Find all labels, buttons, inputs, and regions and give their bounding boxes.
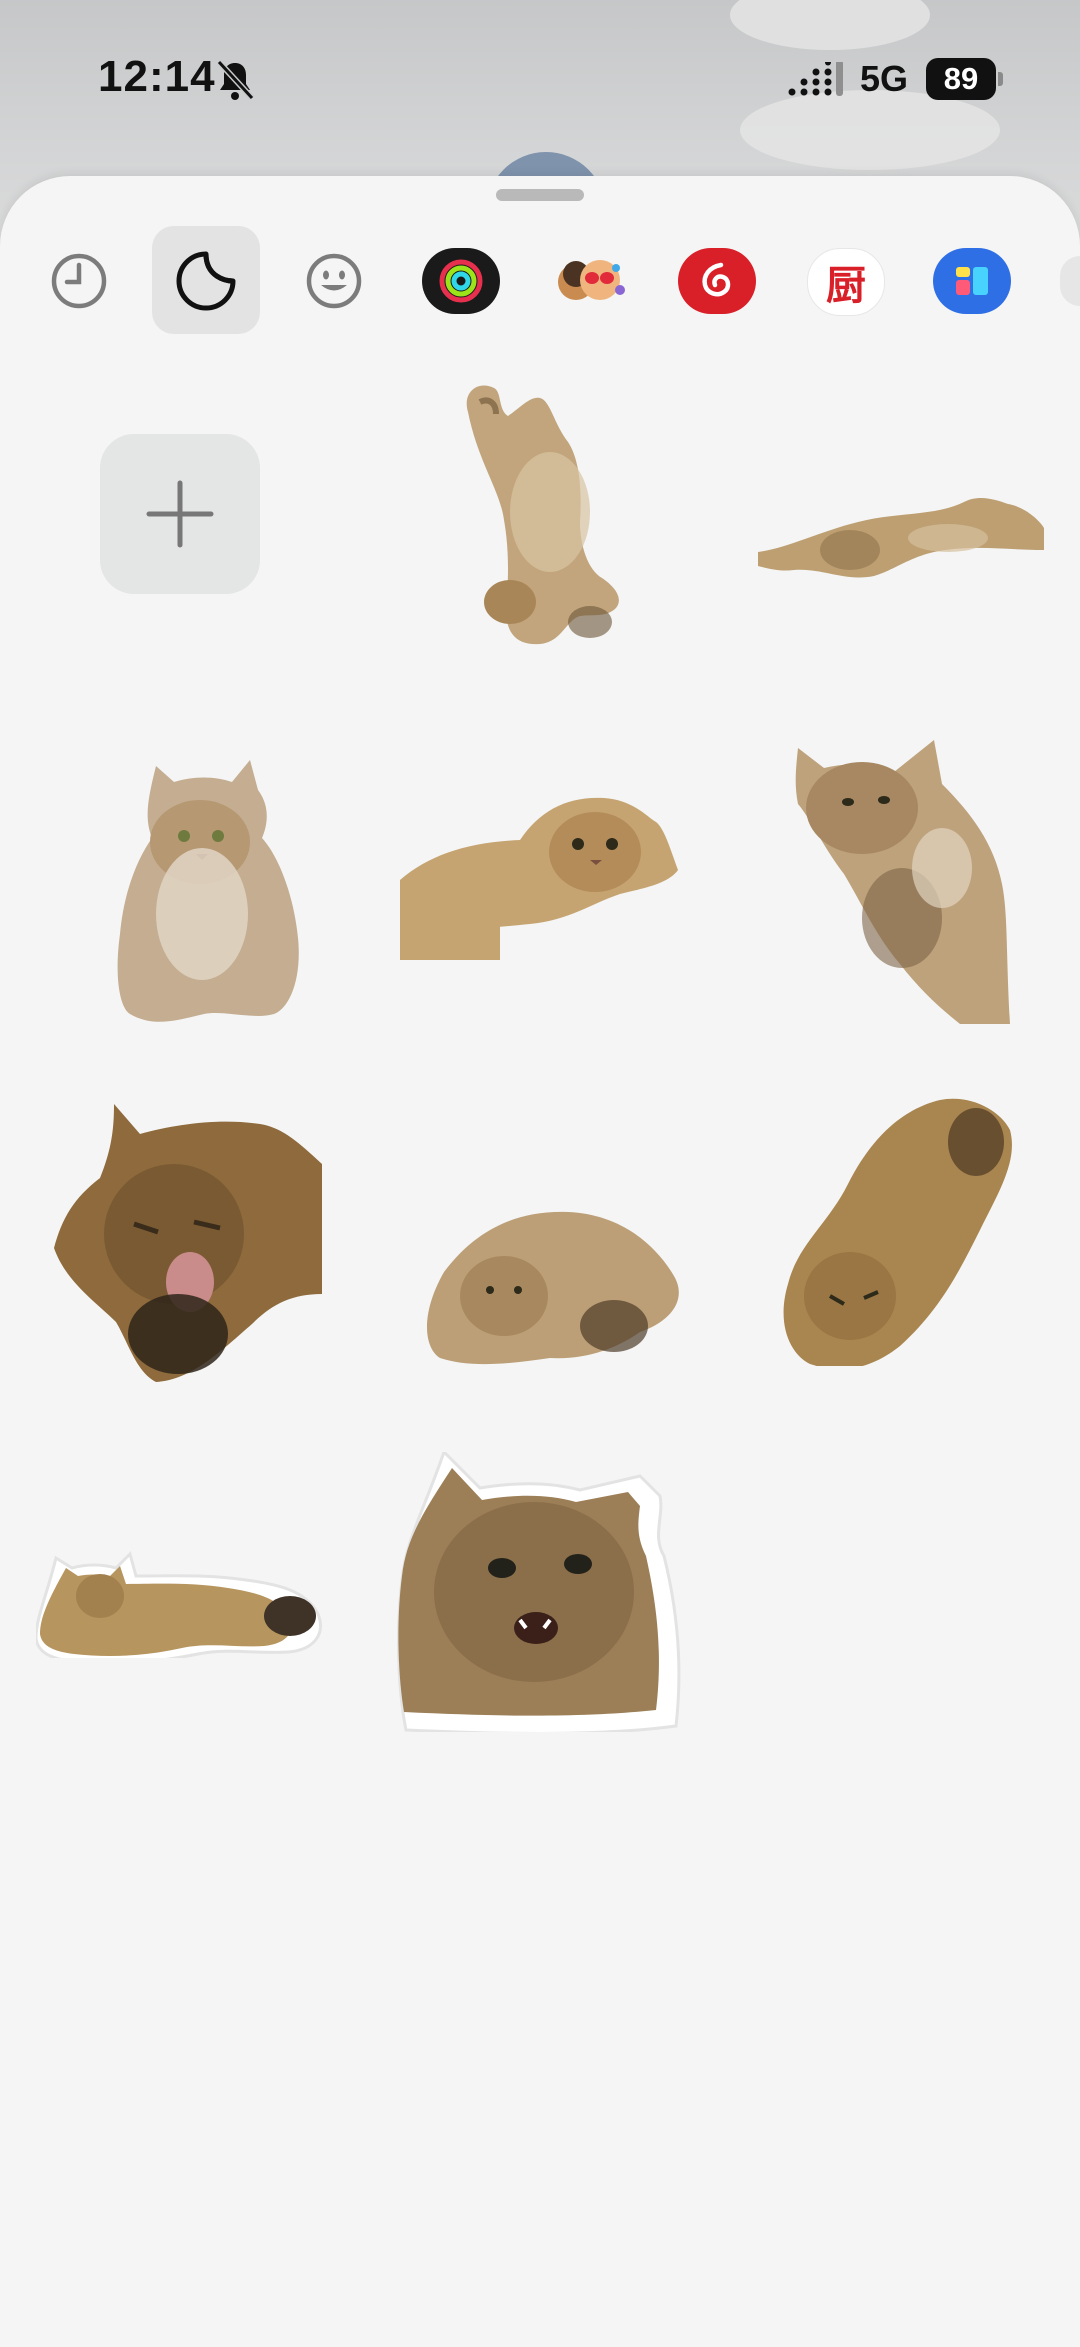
sticker-icon[interactable] xyxy=(161,236,251,326)
sticker-cat-loaf[interactable] xyxy=(424,1206,682,1366)
network-label: 5G xyxy=(860,58,909,99)
sticker-cat-curled-sleeping[interactable] xyxy=(780,1096,1014,1366)
sheet-grabber[interactable] xyxy=(496,189,584,201)
memoji-icon[interactable] xyxy=(546,240,636,322)
bell-slash-icon xyxy=(216,59,255,101)
plus-icon xyxy=(146,480,214,548)
clock-icon[interactable] xyxy=(34,236,124,326)
smiley-icon[interactable] xyxy=(289,236,379,326)
signal-icon xyxy=(788,62,843,96)
sticker-cat-lying-looking[interactable] xyxy=(400,790,678,960)
sticker-cat-climbing[interactable] xyxy=(792,728,1014,1024)
battery-tip xyxy=(998,72,1003,86)
sticker-cat-hissing-outlined[interactable] xyxy=(394,1452,684,1732)
background-blur xyxy=(740,90,1000,170)
sticker-cat-lying-side-outlined[interactable] xyxy=(36,1536,324,1658)
netease-music-icon[interactable] xyxy=(678,248,756,314)
sticker-cat-sitting[interactable] xyxy=(96,754,306,1024)
blue-app-icon[interactable] xyxy=(933,248,1011,314)
add-sticker-button[interactable] xyxy=(100,434,260,594)
sticker-cat-stretching-flat[interactable] xyxy=(758,478,1044,586)
sticker-cat-yawning[interactable] xyxy=(54,1104,322,1382)
kitchen-app-icon[interactable]: 厨 xyxy=(807,248,885,316)
battery-indicator: 89 xyxy=(926,58,996,100)
sticker-cat-lying-belly-up[interactable] xyxy=(440,372,640,662)
status-time: 12:14 xyxy=(98,52,216,101)
activity-rings-icon[interactable] xyxy=(422,248,500,314)
